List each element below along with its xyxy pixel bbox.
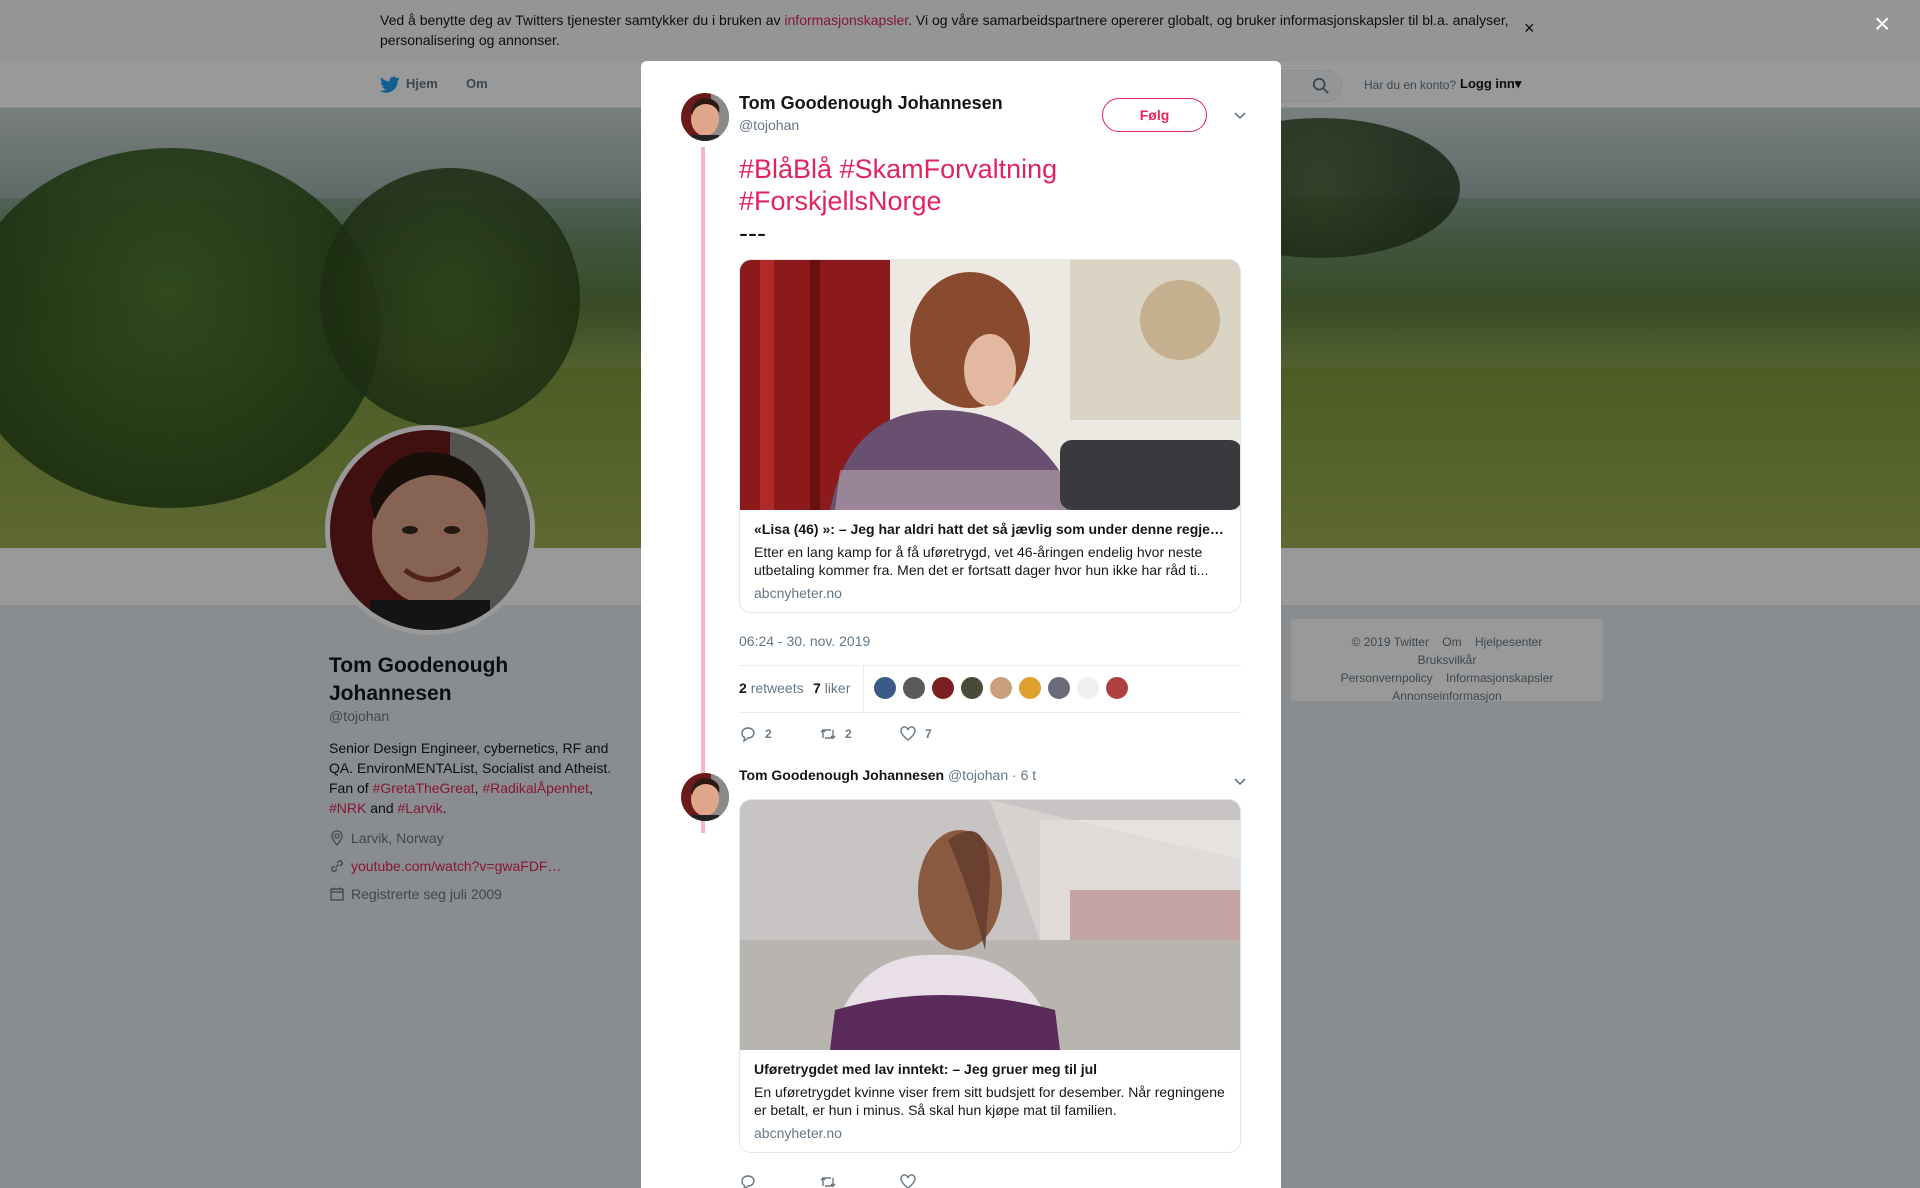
like-stat[interactable]: 7 liker	[813, 680, 850, 696]
tweet-hashtag[interactable]: #ForskjellsNorge	[739, 186, 942, 216]
like-count: 7	[813, 680, 821, 696]
liker-avatar-1[interactable]	[873, 676, 897, 700]
liker-avatar-4[interactable]	[960, 676, 984, 700]
card-title: «Lisa (46) »: – Jeg har aldri hatt det s…	[754, 521, 1226, 537]
retweet-action[interactable]: 2	[819, 725, 852, 743]
chevron-down-icon[interactable]	[1233, 111, 1247, 121]
thread-line	[701, 147, 705, 833]
reply-tweet-actions	[739, 1173, 1039, 1188]
author-avatar[interactable]	[681, 93, 729, 141]
link-card[interactable]: Uføretrygdet med lav inntekt: – Jeg grue…	[739, 799, 1241, 1153]
reply-author-avatar[interactable]	[681, 773, 729, 821]
liker-avatar-5[interactable]	[989, 676, 1013, 700]
liker-avatar-2[interactable]	[902, 676, 926, 700]
author-handle[interactable]: @tojohan	[739, 117, 799, 133]
reply-author-handle[interactable]: @tojohan	[948, 767, 1008, 783]
retweet-icon	[820, 729, 836, 739]
follow-button[interactable]: Følg	[1102, 98, 1207, 132]
tweet-stats: 2 retweets 7 liker	[739, 665, 1241, 713]
tweet-timestamp[interactable]: 06:24 - 30. nov. 2019	[739, 633, 870, 649]
reply-time[interactable]: · 6 t	[1012, 767, 1036, 783]
card-domain: abcnyheter.no	[754, 1125, 842, 1141]
reply-icon	[741, 1175, 755, 1188]
author-name[interactable]: Tom Goodenough Johannesen	[739, 93, 1003, 114]
heart-icon	[900, 726, 916, 741]
retweet-action-count: 2	[845, 727, 852, 741]
tweet-hashtag[interactable]: #SkamForvaltning	[840, 154, 1058, 184]
card-image	[740, 800, 1240, 1050]
like-action[interactable]	[899, 1173, 917, 1188]
tweet-hashtag[interactable]: #BlåBlå	[739, 154, 832, 184]
reply-action[interactable]	[739, 1173, 757, 1188]
reply-count: 2	[765, 727, 772, 741]
retweet-label: retweets	[750, 680, 804, 696]
heart-icon	[900, 1174, 916, 1188]
liker-avatar-9[interactable]	[1105, 676, 1129, 700]
link-card[interactable]: «Lisa (46) »: – Jeg har aldri hatt det s…	[739, 259, 1241, 613]
reply-icon	[741, 727, 755, 743]
retweet-count: 2	[739, 680, 747, 696]
reply-author-name[interactable]: Tom Goodenough Johannesen	[739, 767, 944, 783]
close-modal-button[interactable]: ×	[1874, 10, 1890, 38]
card-domain: abcnyheter.no	[754, 585, 842, 601]
like-label: liker	[824, 680, 851, 696]
tweet-permalink-modal: Tom Goodenough Johannesen @tojohan Følg …	[641, 61, 1281, 1188]
tweet-actions: 2 2 7	[739, 725, 1039, 749]
retweet-icon	[820, 1177, 836, 1187]
card-description: Etter en lang kamp for å få uføretrygd, …	[754, 544, 1209, 578]
like-action[interactable]: 7	[899, 725, 932, 743]
chevron-down-icon[interactable]	[1233, 777, 1247, 787]
tweet-text: #BlåBlå #SkamForvaltning #ForskjellsNorg…	[739, 153, 1239, 249]
stats-divider	[863, 666, 864, 712]
retweet-stat[interactable]: 2 retweets	[739, 680, 804, 696]
card-description: En uføretrygdet kvinne viser frem sitt b…	[754, 1084, 1225, 1118]
tweet-dashes: ---	[739, 218, 766, 248]
reply-header: Tom Goodenough Johannesen @tojohan · 6 t	[739, 767, 1036, 783]
like-action-count: 7	[925, 727, 932, 741]
liker-avatar-7[interactable]	[1047, 676, 1071, 700]
card-title: Uføretrygdet med lav inntekt: – Jeg grue…	[754, 1061, 1098, 1077]
author-photo	[681, 93, 729, 141]
reply-action[interactable]: 2	[739, 725, 772, 743]
card-image	[740, 260, 1240, 510]
retweet-action[interactable]	[819, 1173, 837, 1188]
liker-avatar-6[interactable]	[1018, 676, 1042, 700]
liker-avatar-3[interactable]	[931, 676, 955, 700]
liker-avatar-8[interactable]	[1076, 676, 1100, 700]
reply-author-photo	[681, 773, 729, 821]
